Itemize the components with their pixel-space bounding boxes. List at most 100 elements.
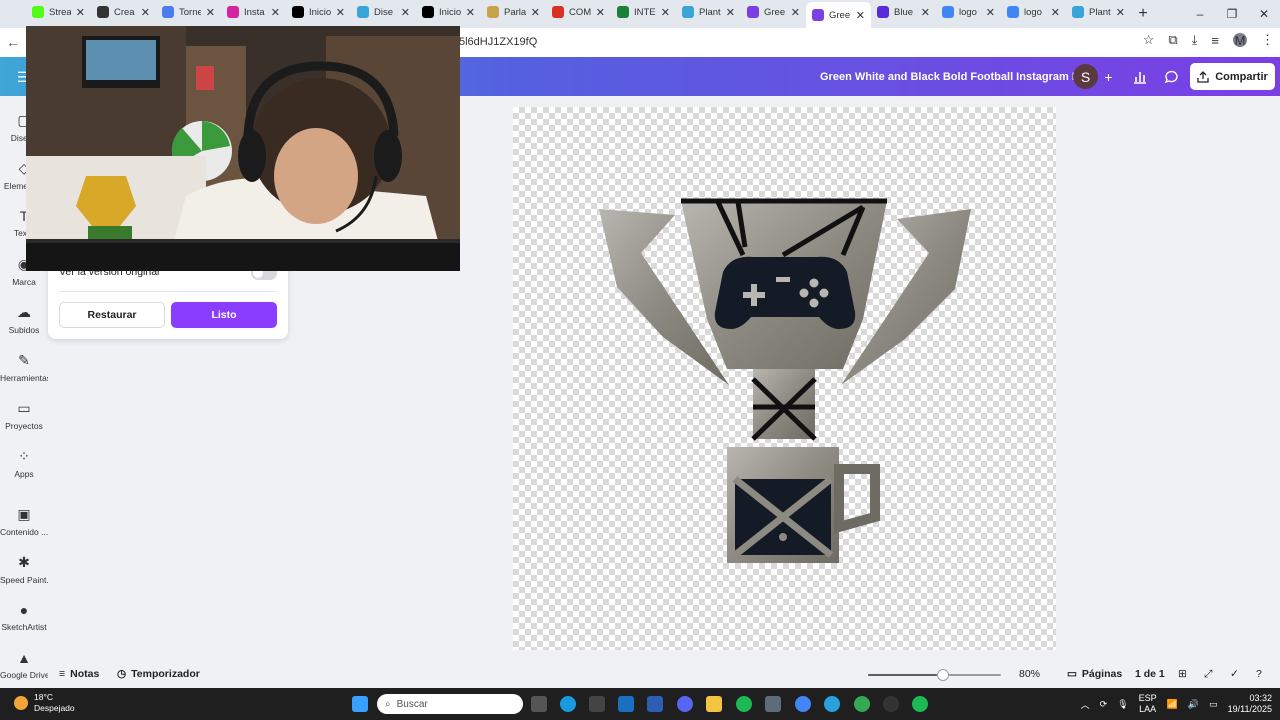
browser-tab[interactable]: Crea ✕ — [91, 0, 156, 24]
close-tab-icon[interactable]: ✕ — [921, 6, 930, 19]
close-tab-icon[interactable]: ✕ — [1116, 6, 1125, 19]
browser-tab[interactable]: Blue ✕ — [871, 0, 936, 24]
bookmark-star-icon[interactable]: ☆ — [1143, 32, 1155, 48]
document-title[interactable]: Green White and Black Bold Football Inst… — [820, 71, 1096, 83]
new-tab-button[interactable]: + — [1131, 5, 1155, 23]
browser-menu-icon[interactable]: ⋮ — [1261, 32, 1274, 48]
clock[interactable]: 03:32 19/11/2025 — [1228, 693, 1272, 715]
minimize-button[interactable]: – — [1184, 0, 1216, 28]
sidebar-item[interactable]: ✱ Speed Paint... — [0, 554, 48, 585]
browser-tab[interactable]: Plant ✕ — [676, 0, 741, 24]
chrome-active-icon[interactable] — [854, 696, 870, 712]
pages-button[interactable]: ▭ Páginas — [1067, 668, 1122, 680]
sidebar-item[interactable]: ✎ Herramientas — [0, 352, 48, 383]
word-icon[interactable] — [647, 696, 663, 712]
restore-button[interactable]: Restaurar — [59, 302, 165, 328]
language-indicator[interactable]: ESP LAA — [1139, 693, 1157, 715]
close-tab-icon[interactable]: ✕ — [986, 6, 995, 19]
close-tab-icon[interactable]: ✕ — [661, 6, 670, 19]
browser-tab[interactable]: Torne ✕ — [156, 0, 221, 24]
outlook-icon[interactable] — [618, 696, 634, 712]
close-tab-icon[interactable]: ✕ — [726, 6, 735, 19]
grid-view-icon[interactable]: ⊞ — [1178, 668, 1187, 680]
file-explorer-icon[interactable] — [706, 696, 722, 712]
browser-tab[interactable]: Inicio ✕ — [286, 0, 351, 24]
telegram-icon[interactable] — [824, 696, 840, 712]
extensions-icon[interactable]: ⧉ — [1168, 32, 1177, 48]
close-tab-icon[interactable]: ✕ — [401, 6, 410, 19]
browser-tab[interactable]: COM ✕ — [546, 0, 611, 24]
back-arrow-icon[interactable]: ← — [6, 34, 20, 50]
weather-widget[interactable]: 18°C Despejado — [14, 692, 75, 714]
check-icon[interactable]: ✓ — [1230, 668, 1239, 680]
browser-tab[interactable]: Strea ✕ — [26, 0, 91, 24]
wifi-icon[interactable]: 📶 — [1167, 699, 1178, 710]
sidebar-item[interactable]: ▣ Contenido ... — [0, 506, 48, 537]
zoom-value[interactable]: 80% — [1019, 668, 1040, 680]
browser-tab[interactable]: Plant ✕ — [1066, 0, 1131, 24]
trophy-gamepad-graphic[interactable] — [513, 107, 1056, 650]
close-tab-icon[interactable]: ✕ — [271, 6, 280, 19]
sidebar-item[interactable]: ▭ Proyectos — [0, 400, 48, 431]
browser-tab[interactable]: Parla ✕ — [481, 0, 546, 24]
fullscreen-icon[interactable]: ⤢ — [1204, 668, 1212, 681]
browser-tab[interactable]: Inicio ✕ — [416, 0, 481, 24]
browser-tab[interactable]: logo ✕ — [1001, 0, 1066, 24]
chrome-icon[interactable] — [795, 696, 811, 712]
browser-tab[interactable]: logo ✕ — [936, 0, 1001, 24]
close-tab-icon[interactable]: ✕ — [206, 6, 215, 19]
close-tab-icon[interactable]: ✕ — [76, 6, 85, 19]
app-icon[interactable] — [765, 696, 781, 712]
close-tab-icon[interactable]: ✕ — [141, 6, 150, 19]
zoom-slider-thumb[interactable] — [937, 669, 949, 681]
url-text[interactable]: 5l6dHJ1ZX19fQ — [459, 36, 537, 48]
spotify-icon[interactable] — [736, 696, 752, 712]
task-view-icon[interactable] — [531, 696, 547, 712]
media-icon[interactable]: ≡ — [1211, 33, 1219, 48]
browser-tab[interactable]: Dise ✕ — [351, 0, 416, 24]
close-tab-icon[interactable]: ✕ — [791, 6, 800, 19]
add-collaborator-button[interactable]: + — [1096, 64, 1121, 89]
edge-icon[interactable] — [560, 696, 576, 712]
taskbar-search[interactable]: ⌕ Buscar — [377, 694, 523, 714]
profile-avatar[interactable]: M — [1233, 33, 1247, 48]
done-button[interactable]: Listo — [171, 302, 277, 328]
restore-button[interactable]: ❐ — [1216, 0, 1248, 28]
comments-button[interactable] — [1159, 64, 1184, 89]
notes-button[interactable]: ≡ Notas — [59, 668, 99, 680]
close-tab-icon[interactable]: ✕ — [336, 6, 345, 19]
battery-icon[interactable]: ▭ — [1209, 699, 1218, 710]
close-tab-icon[interactable]: ✕ — [531, 6, 540, 19]
browser-tab[interactable]: INTE ✕ — [611, 0, 676, 24]
mic-icon[interactable]: 🎙 — [1117, 699, 1128, 710]
design-canvas[interactable] — [513, 107, 1056, 650]
help-icon[interactable]: ? — [1256, 668, 1262, 680]
tray-chevron-icon[interactable]: ︿ — [1081, 698, 1090, 711]
browser-tab[interactable]: Gree ✕ — [741, 0, 806, 24]
sidebar-item[interactable]: ⁘ Apps — [0, 448, 48, 479]
close-tab-icon[interactable]: ✕ — [1051, 6, 1060, 19]
share-button[interactable]: Compartir — [1190, 63, 1275, 90]
close-tab-icon[interactable]: ✕ — [856, 9, 865, 22]
close-tab-icon[interactable]: ✕ — [466, 6, 475, 19]
browser-tab[interactable]: Gree ✕ — [806, 2, 871, 28]
volume-icon[interactable]: 🔊 — [1188, 699, 1199, 710]
sync-icon[interactable]: ⟳ — [1100, 699, 1108, 710]
close-window-button[interactable]: ✕ — [1248, 0, 1280, 28]
user-avatar[interactable]: S — [1073, 64, 1098, 89]
timer-button[interactable]: ◷ Temporizador — [117, 668, 200, 680]
zoom-slider[interactable] — [868, 669, 1001, 681]
discord-icon[interactable] — [677, 696, 693, 712]
windows-start-icon[interactable] — [352, 696, 368, 712]
analytics-button[interactable] — [1127, 64, 1152, 89]
download-icon[interactable]: ⤓ — [1192, 32, 1198, 48]
sidebar-item[interactable]: ▲ Google Drive — [0, 650, 48, 680]
spotify-icon-2[interactable] — [912, 696, 928, 712]
close-tab-icon[interactable]: ✕ — [596, 6, 605, 19]
sidebar-item[interactable]: ● SketchArtist — [0, 602, 48, 632]
browser-tab[interactable]: Insta ✕ — [221, 0, 286, 24]
page-count[interactable]: 1 de 1 — [1135, 668, 1165, 680]
store-icon[interactable] — [589, 696, 605, 712]
sidebar-item[interactable]: ☁ Subidos — [0, 304, 48, 335]
obs-icon[interactable] — [883, 696, 899, 712]
